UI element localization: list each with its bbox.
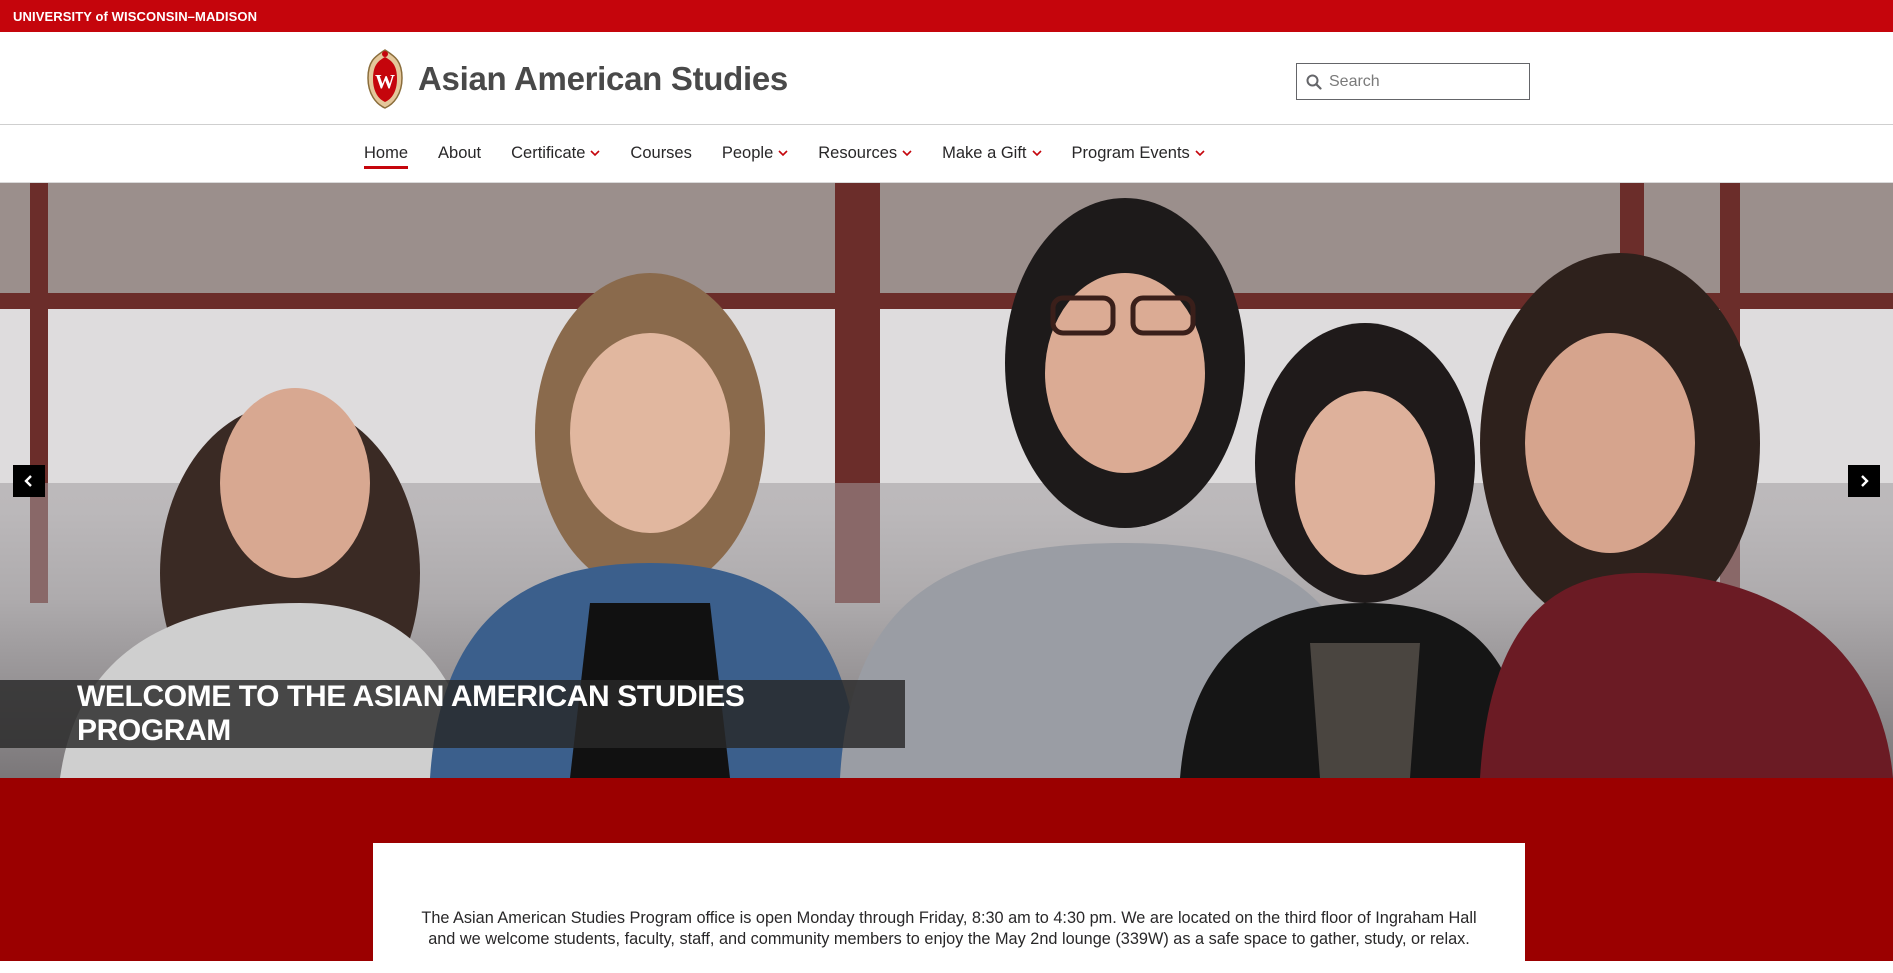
nav-item-certificate[interactable]: Certificate [511, 125, 600, 182]
chevron-down-icon [590, 150, 600, 157]
nav-item-label: Make a Gift [942, 144, 1027, 162]
site-title[interactable]: Asian American Studies [418, 60, 788, 98]
nav-item-home[interactable]: Home [364, 125, 409, 182]
chevron-down-icon [778, 150, 788, 157]
nav-item-label: People [721, 144, 774, 162]
nav-item-courses[interactable]: Courses [630, 125, 691, 182]
nav-item-make-a-gift[interactable]: Make a Gift [942, 125, 1042, 182]
slideshow-prev-button[interactable] [13, 465, 45, 497]
intro-text: The Asian American Studies Program offic… [373, 908, 1525, 950]
search-box[interactable] [1296, 63, 1530, 100]
site-header: W Asian American Studies [0, 32, 1893, 125]
hero-caption-title: WELCOME TO THE ASIAN AMERICAN STUDIES PR… [77, 680, 745, 747]
main-nav: Home About Certificate Courses People Re… [0, 125, 1893, 183]
chevron-down-icon [902, 150, 912, 157]
nav-item-label: About [438, 144, 482, 162]
hero-caption: WELCOME TO THE ASIAN AMERICAN STUDIES PR… [0, 680, 905, 748]
nav-item-label: Certificate [511, 144, 586, 162]
nav-item-program-events[interactable]: Program Events [1072, 125, 1205, 182]
chevron-down-icon [1031, 150, 1042, 157]
search-icon [1306, 74, 1322, 90]
uw-crest-icon: W [367, 49, 403, 109]
intro-line-1: The Asian American Studies Program offic… [421, 909, 1477, 927]
nav-item-label: Courses [630, 144, 692, 162]
nav-item-resources[interactable]: Resources [818, 125, 912, 182]
university-link[interactable]: UNIVERSITY of WISCONSIN–MADISON [13, 9, 257, 24]
svg-text:W: W [375, 71, 395, 93]
intro-line-2: and we welcome students, faculty, staff,… [428, 930, 1470, 948]
chevron-right-icon [1861, 475, 1869, 487]
search-input[interactable] [1329, 72, 1519, 91]
nav-item-about[interactable]: About [438, 125, 481, 182]
nav-item-label: Home [364, 144, 409, 162]
site-brand[interactable]: W Asian American Studies [364, 48, 788, 110]
slideshow-next-button[interactable] [1848, 465, 1880, 497]
university-topbar: UNIVERSITY of WISCONSIN–MADISON [0, 0, 1893, 32]
chevron-down-icon [1195, 150, 1205, 157]
intro-band: The Asian American Studies Program offic… [0, 778, 1893, 973]
chevron-left-icon [24, 475, 32, 487]
nav-item-label: Resources [818, 144, 898, 162]
intro-card: The Asian American Studies Program offic… [373, 843, 1525, 973]
hero-slideshow: WELCOME TO THE ASIAN AMERICAN STUDIES PR… [0, 183, 1893, 778]
nav-item-label: Program Events [1071, 144, 1190, 162]
nav-item-people[interactable]: People [722, 125, 788, 182]
